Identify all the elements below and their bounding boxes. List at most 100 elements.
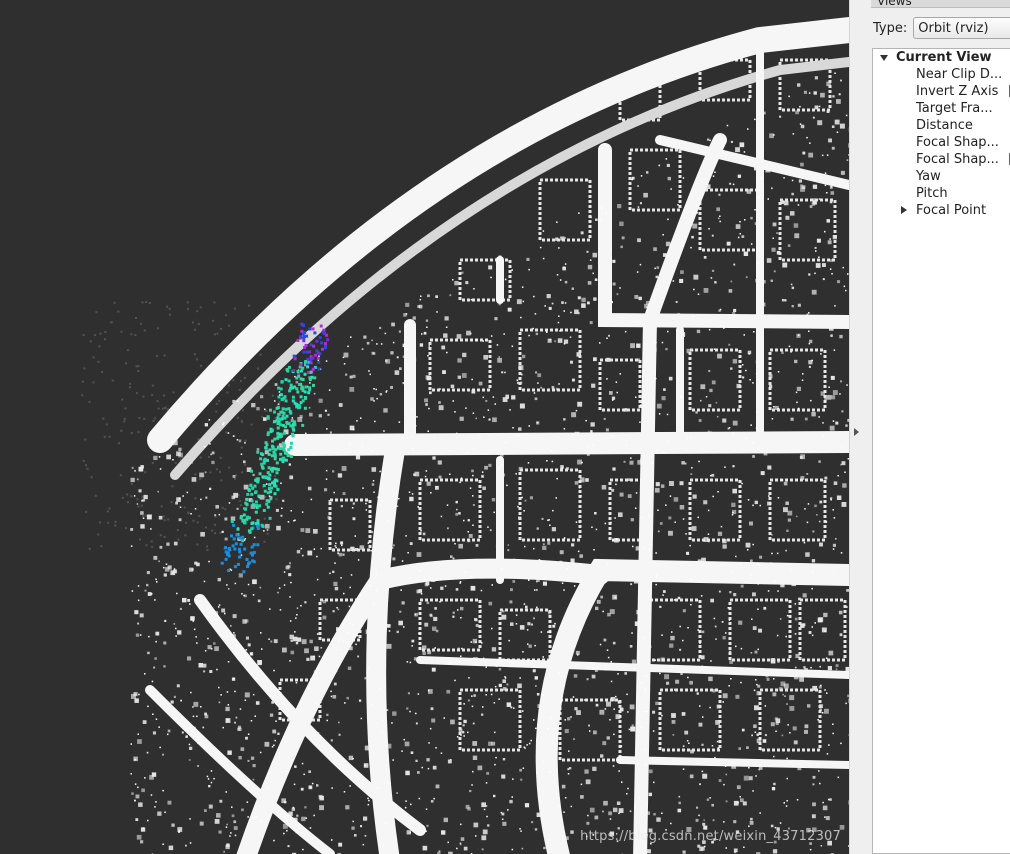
dense-point xyxy=(756,411,758,413)
building-point xyxy=(752,455,755,458)
tree-root-current-view[interactable]: Current View xyxy=(896,49,992,66)
dense-point xyxy=(680,396,682,398)
dense-point xyxy=(781,479,784,481)
dense-point xyxy=(720,138,722,141)
tree-item-yaw[interactable]: Yaw xyxy=(916,168,941,185)
tree-item-target-frame[interactable]: Target Fra... xyxy=(916,100,993,117)
building-point xyxy=(698,722,703,727)
building-point xyxy=(702,773,708,779)
building-point xyxy=(243,460,246,464)
dense-point xyxy=(786,614,789,617)
building-point xyxy=(536,580,538,583)
scan-point xyxy=(295,403,299,407)
dense-point xyxy=(555,497,557,499)
faint-point xyxy=(259,353,262,356)
building-point xyxy=(796,386,801,391)
dense-point xyxy=(340,577,342,579)
building-point xyxy=(343,352,349,358)
expand-right-icon[interactable] xyxy=(901,206,907,214)
building-point xyxy=(407,692,410,695)
building-point xyxy=(224,537,228,541)
building-point xyxy=(766,258,772,263)
dense-point xyxy=(606,337,608,339)
faint-point xyxy=(124,407,127,410)
expand-down-icon[interactable] xyxy=(880,55,888,61)
scan-point xyxy=(231,544,235,548)
dense-point xyxy=(691,349,694,352)
dense-point xyxy=(496,344,499,346)
building-point xyxy=(444,316,449,321)
dense-point xyxy=(189,818,191,820)
tree-item-pitch[interactable]: Pitch xyxy=(916,185,948,202)
dense-point xyxy=(788,95,790,98)
dense-point xyxy=(155,801,157,803)
scan-point xyxy=(321,330,325,334)
tree-item-focal-shape-size[interactable]: Focal Shap... xyxy=(916,134,999,151)
building-point xyxy=(691,235,694,239)
scan-point xyxy=(253,484,257,488)
building-point xyxy=(225,706,230,712)
dense-point xyxy=(147,705,149,708)
tree-item-near-clip[interactable]: Near Clip D... xyxy=(916,66,1002,83)
dense-point xyxy=(839,393,841,395)
dense-point xyxy=(268,638,270,640)
faint-point xyxy=(193,353,196,356)
dense-point xyxy=(367,803,370,806)
building-point xyxy=(679,625,681,628)
dense-point xyxy=(496,260,499,263)
dense-point xyxy=(799,123,802,125)
building-point xyxy=(338,552,343,557)
building-point xyxy=(491,498,496,502)
tree-item-invert-z-axis[interactable]: Invert Z Axis xyxy=(916,83,998,100)
building-point xyxy=(272,729,277,734)
dense-point xyxy=(311,782,314,785)
views-panel-header: Views xyxy=(871,0,1010,8)
faint-point xyxy=(101,370,104,373)
faint-point xyxy=(135,317,137,319)
panel-splitter[interactable] xyxy=(849,0,872,854)
scan-point xyxy=(251,559,255,563)
dense-point xyxy=(557,539,560,541)
building-point xyxy=(722,418,727,423)
building-point xyxy=(643,192,648,198)
dense-point xyxy=(558,576,561,578)
dense-point xyxy=(273,744,275,746)
tree-item-focal-point[interactable]: Focal Point xyxy=(916,202,986,219)
building-point xyxy=(146,571,150,575)
tree-item-distance[interactable]: Distance xyxy=(916,117,973,134)
building-point xyxy=(735,224,741,229)
dense-point xyxy=(564,719,566,721)
dense-point xyxy=(419,570,421,572)
building-point xyxy=(450,759,452,761)
faint-point xyxy=(241,409,244,412)
scan-point xyxy=(254,491,257,495)
dense-point xyxy=(713,617,716,620)
building-point xyxy=(168,845,174,851)
faint-point xyxy=(142,395,145,398)
dense-point xyxy=(812,571,814,573)
building-point xyxy=(793,740,798,745)
faint-point xyxy=(266,532,269,535)
dense-point xyxy=(209,443,211,445)
dense-point xyxy=(231,806,233,808)
building-point xyxy=(661,396,666,401)
building-point xyxy=(153,455,158,461)
view-type-select[interactable]: Orbit (rviz) xyxy=(913,17,1010,39)
dense-point xyxy=(524,545,526,548)
tree-item-focal-shape-fixed[interactable]: Focal Shap... xyxy=(916,151,999,168)
dense-point xyxy=(475,339,478,341)
faint-point xyxy=(240,446,243,449)
building-point xyxy=(232,435,235,437)
building-point xyxy=(295,641,299,645)
dense-point xyxy=(316,633,319,635)
building-point xyxy=(733,263,736,266)
dense-point xyxy=(752,790,754,792)
collapse-arrow-icon[interactable] xyxy=(854,428,859,436)
dense-point xyxy=(707,509,710,512)
map-viewport[interactable]: https://blog.csdn.net/weixin_43712307 xyxy=(0,0,849,854)
dense-point xyxy=(444,585,447,587)
dense-point xyxy=(367,797,369,800)
building-point xyxy=(437,460,442,465)
building-point xyxy=(818,520,821,523)
scan-point xyxy=(238,550,242,554)
